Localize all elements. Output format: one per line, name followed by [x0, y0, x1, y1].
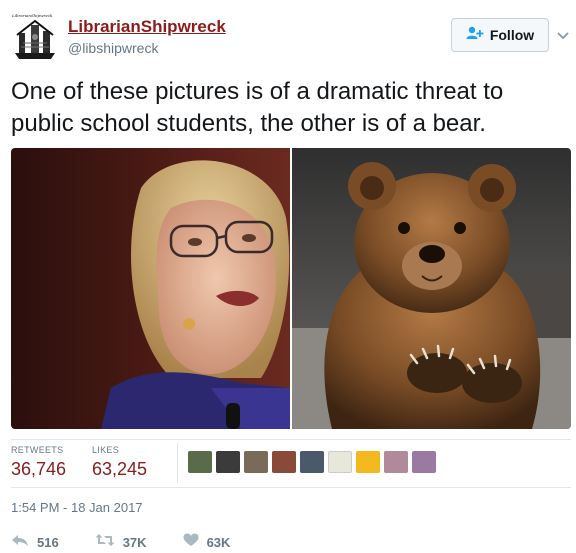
- likes-label: LIKES: [92, 445, 120, 455]
- likes-count: 63,245: [92, 459, 148, 479]
- liker-avatar[interactable]: [216, 451, 240, 473]
- retweets-label: RETWEETS: [11, 445, 64, 455]
- display-name[interactable]: LibrarianShipwreck: [68, 17, 226, 37]
- follow-button[interactable]: Follow: [451, 18, 549, 52]
- tweet-media[interactable]: [11, 148, 571, 429]
- chevron-down-icon[interactable]: [556, 28, 570, 42]
- photo-woman[interactable]: [11, 148, 290, 429]
- heart-icon: [183, 533, 199, 552]
- liker-avatar[interactable]: [244, 451, 268, 473]
- liker-avatar[interactable]: [328, 451, 352, 473]
- avatar-caption: LibrarianShipwreck: [12, 13, 53, 18]
- like-button[interactable]: 63K: [183, 533, 231, 552]
- like-count: 63K: [206, 535, 231, 550]
- retweets-count: 36,746: [11, 459, 67, 479]
- retweet-button[interactable]: 37K: [95, 533, 147, 552]
- follow-label: Follow: [489, 27, 535, 43]
- retweet-icon: [95, 533, 115, 552]
- avatar[interactable]: LibrarianShipwreck: [11, 13, 59, 61]
- liker-avatars: [188, 451, 436, 473]
- divider: [11, 439, 571, 440]
- tweet-card: LibrarianShipwreck LibrarianShipwreck @l…: [0, 0, 576, 553]
- liker-avatar[interactable]: [188, 451, 212, 473]
- photo-bear[interactable]: [292, 148, 571, 429]
- tweet-text: One of these pictures is of a dramatic t…: [11, 78, 504, 137]
- liker-avatar[interactable]: [384, 451, 408, 473]
- person-plus-icon: [466, 26, 484, 45]
- retweets-stat[interactable]: RETWEETS 36,746: [11, 445, 66, 480]
- liker-avatar[interactable]: [300, 451, 324, 473]
- reply-count: 516: [37, 535, 59, 550]
- likes-stat[interactable]: LIKES 63,245: [92, 445, 147, 480]
- divider: [11, 487, 571, 488]
- stats-separator: [177, 443, 178, 483]
- tweet-actions: 516 37K 63K: [11, 533, 266, 552]
- retweet-count: 37K: [122, 535, 147, 550]
- liker-avatar[interactable]: [412, 451, 436, 473]
- reply-button[interactable]: 516: [11, 533, 59, 552]
- liker-avatar[interactable]: [356, 451, 380, 473]
- tweet-timestamp[interactable]: 1:54 PM - 18 Jan 2017: [11, 500, 143, 515]
- liker-avatar[interactable]: [272, 451, 296, 473]
- reply-icon: [11, 533, 29, 552]
- user-handle[interactable]: @libshipwreck: [68, 40, 158, 56]
